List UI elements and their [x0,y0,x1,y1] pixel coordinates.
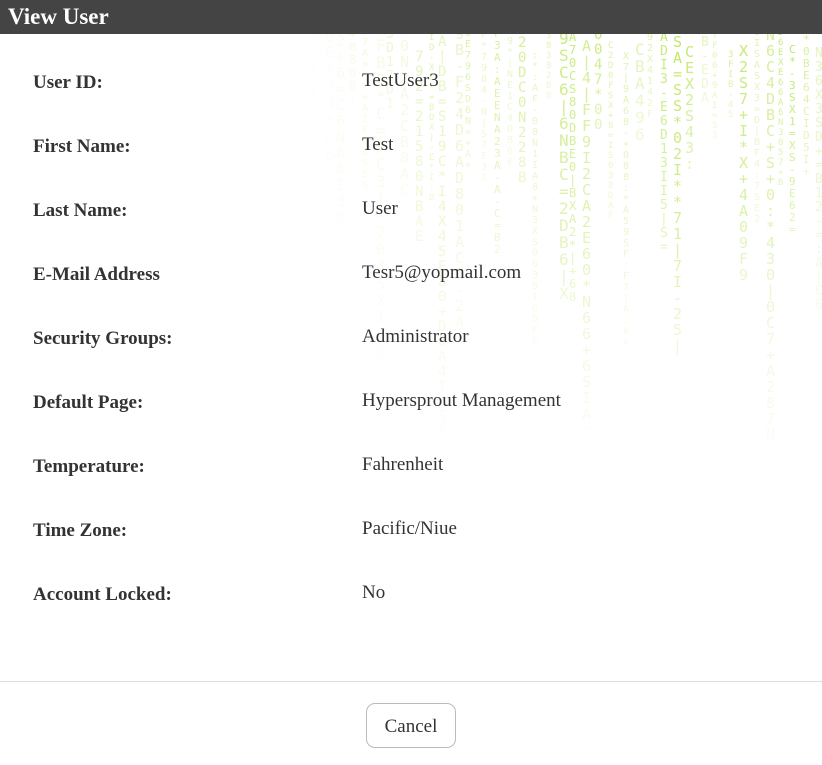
field-row-first-name: First Name: Test [0,98,822,162]
user-details: User ID: TestUser3 First Name: Test Last… [0,34,822,681]
field-row-time-zone: Time Zone: Pacific/Niue [0,482,822,546]
field-label: E-Mail Address [33,264,160,285]
field-value: Pacific/Niue [362,518,457,539]
field-label: User ID: [33,72,103,93]
field-label: Time Zone: [33,520,128,541]
field-label: Last Name: [33,200,128,221]
field-row-default-page: Default Page: Hypersprout Management [0,354,822,418]
field-value: No [362,582,386,603]
field-value: User [362,198,398,219]
field-label: Temperature: [33,456,145,477]
dialog-title: View User [0,0,822,34]
field-value: Tesr5@yopmail.com [362,262,522,283]
cancel-button[interactable]: Cancel [366,703,456,748]
view-user-dialog: View User D2=FB7|I2D6X4FD41+BEX74*C692+6… [0,0,822,765]
field-row-temperature: Temperature: Fahrenheit [0,418,822,482]
field-row-user-id: User ID: TestUser3 [0,34,822,98]
field-value: Hypersprout Management [362,390,561,411]
dialog-footer: Cancel [0,682,822,765]
field-row-last-name: Last Name: User [0,162,822,226]
field-row-security-groups: Security Groups: Administrator [0,290,822,354]
field-row-email: E-Mail Address Tesr5@yopmail.com [0,226,822,290]
field-value: Fahrenheit [362,454,444,475]
field-value: TestUser3 [362,70,439,91]
field-label: First Name: [33,136,131,157]
field-label: Default Page: [33,392,144,413]
field-label: Security Groups: [33,328,173,349]
field-value: Administrator [362,326,469,347]
field-label: Account Locked: [33,584,172,605]
field-row-account-locked: Account Locked: No [0,546,822,610]
field-value: Test [362,134,394,155]
